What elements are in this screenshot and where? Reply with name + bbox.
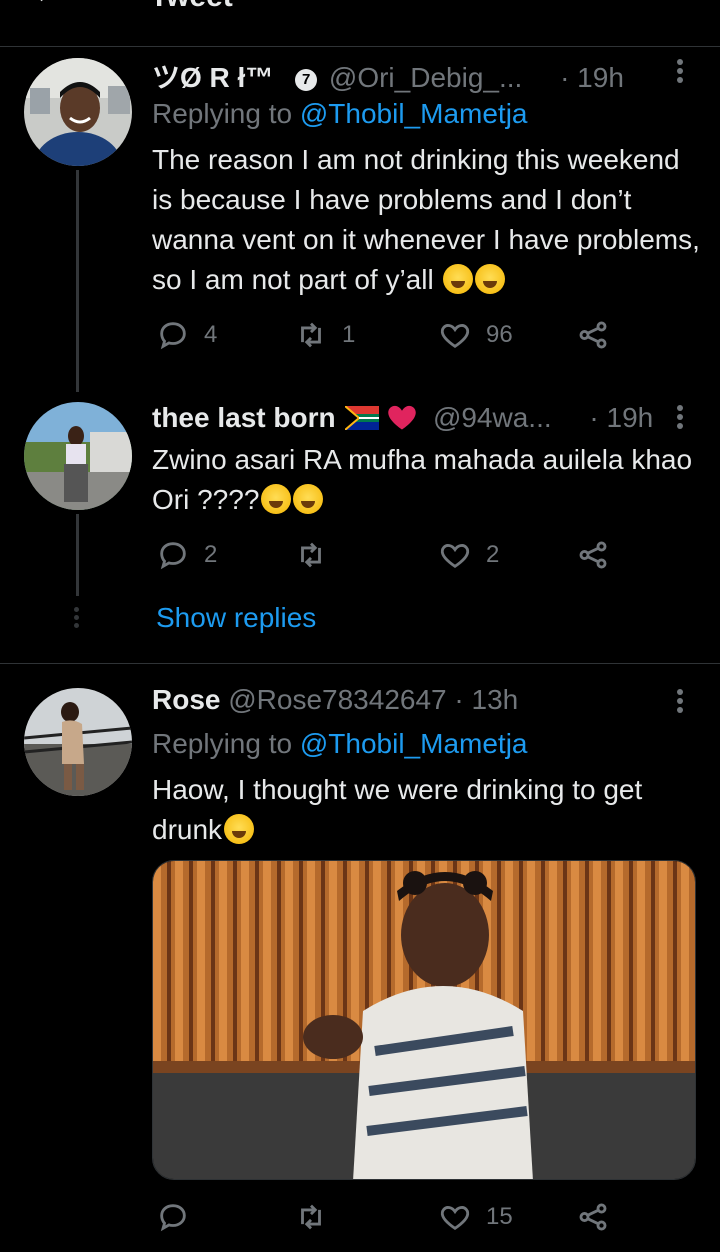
user-handle[interactable]: @Rose78342647	[228, 684, 446, 715]
like-button[interactable]: 2	[438, 538, 499, 572]
tweet-meta: Rose @Rose78342647 · 13h	[152, 684, 518, 716]
divider	[0, 663, 720, 664]
avatar[interactable]	[24, 402, 132, 510]
tweet-actions: 2 2	[152, 538, 682, 578]
thread-continuation-dots	[74, 604, 79, 631]
rolling-laughing-emoji	[475, 264, 506, 294]
timestamp[interactable]: · 19h	[560, 62, 624, 93]
avatar[interactable]	[24, 688, 132, 796]
timestamp[interactable]: · 13h	[454, 684, 518, 715]
heart-icon	[440, 544, 470, 569]
reply-button[interactable]: 4	[156, 318, 217, 352]
share-icon	[579, 541, 607, 569]
display-name[interactable]: Rose	[152, 684, 220, 715]
share-button[interactable]	[576, 538, 610, 572]
share-button[interactable]	[576, 318, 610, 352]
tweet-actions: 4 1 96	[152, 318, 682, 358]
red-heart-emoji	[388, 405, 416, 430]
heart-icon	[440, 324, 470, 349]
heart-icon	[440, 1206, 470, 1231]
retweet-button[interactable]	[294, 1200, 328, 1234]
badge-icon: 7	[295, 69, 318, 91]
replying-to-link[interactable]: @Thobil_Mametja	[300, 728, 528, 759]
woozy-face-emoji	[224, 814, 255, 844]
share-button[interactable]	[576, 1200, 610, 1234]
more-options-icon[interactable]	[672, 686, 688, 716]
tweet-text: Haow, I thought we were drinking to get …	[152, 774, 643, 845]
reply-button[interactable]: 2	[156, 538, 217, 572]
tears-of-joy-emoji	[293, 484, 324, 514]
user-handle[interactable]: @Ori_Debig_...	[329, 62, 522, 93]
reply-icon	[160, 322, 186, 350]
tweet-media-image[interactable]	[152, 860, 696, 1180]
tweet-text: The reason I am not drinking this weeken…	[152, 144, 700, 295]
more-options-icon[interactable]	[672, 402, 688, 432]
like-button[interactable]: 96	[438, 318, 513, 352]
south-africa-flag-icon	[345, 406, 380, 430]
share-icon	[579, 321, 607, 349]
thread-line	[76, 170, 79, 392]
retweet-icon	[301, 322, 321, 348]
back-arrow-icon[interactable]	[30, 0, 54, 6]
replying-to: Replying to @Thobil_Mametja	[152, 98, 528, 129]
user-handle[interactable]: @94wa...	[433, 402, 552, 433]
retweet-icon	[301, 542, 321, 568]
replying-to-link[interactable]: @Thobil_Mametja	[300, 98, 528, 129]
timestamp[interactable]: · 19h	[589, 402, 653, 433]
tweet-text: Zwino asari RA mufha mahada auilela khao…	[152, 444, 693, 515]
replying-to: Replying to @Thobil_Mametja	[152, 728, 528, 759]
more-options-icon[interactable]	[672, 56, 688, 86]
page-title: Tweet	[150, 0, 233, 14]
retweet-button[interactable]: 1	[294, 318, 355, 352]
tweet-meta: ツØ R ł™ 7 @Ori_Debig_... · 19h	[152, 56, 624, 96]
reply-icon	[160, 1204, 186, 1232]
reply-button[interactable]	[156, 1200, 190, 1234]
share-icon	[579, 1203, 607, 1231]
rolling-laughing-emoji	[443, 264, 474, 294]
tears-of-joy-emoji	[261, 484, 292, 514]
top-bar: Tweet	[0, 0, 720, 47]
avatar[interactable]	[24, 58, 132, 166]
thread-line	[76, 514, 79, 596]
tweet-meta: thee last born @94wa... · 19h	[152, 402, 653, 434]
tweet-actions: 15	[152, 1200, 682, 1240]
retweet-icon	[301, 1204, 321, 1230]
display-name[interactable]: thee last born	[152, 402, 336, 433]
show-replies-link[interactable]: Show replies	[156, 602, 316, 634]
reply-icon	[160, 542, 186, 570]
like-button[interactable]: 15	[438, 1200, 513, 1234]
retweet-button[interactable]	[294, 538, 328, 572]
display-name[interactable]: ツØ R ł™	[152, 62, 273, 93]
